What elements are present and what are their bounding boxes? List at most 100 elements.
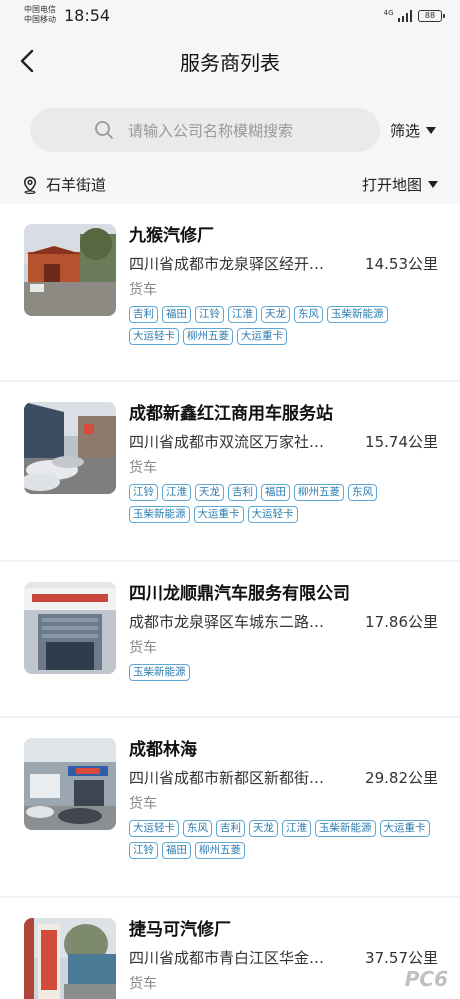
provider-card[interactable]: 九猴汽修厂 四川省成都市龙泉驿区经开… 14.53公里 货车 吉利 福田 江铃 … [0,204,460,380]
search-icon [95,121,113,139]
brand-tag: 江淮 [162,484,191,501]
provider-address: 四川省成都市龙泉驿区经开… [129,255,325,273]
provider-address-row: 四川省成都市龙泉驿区经开… 14.53公里 [129,254,438,274]
provider-address-row: 四川省成都市新都区新都街… 29.82公里 [129,768,438,788]
location-selector[interactable]: 石羊街道 [22,174,106,195]
location-row: 石羊街道 打开地图 [0,170,460,202]
search-row: 请输入公司名称模糊搜索 筛选 [0,108,460,154]
brand-tag: 大运重卡 [193,506,244,523]
provider-name: 四川龙顺鼎汽车服务有限公司 [129,584,350,604]
provider-photo [24,582,116,674]
carrier-2: 中国移动 [24,15,56,24]
brand-tag: 天龙 [195,484,224,501]
provider-list: 九猴汽修厂 四川省成都市龙泉驿区经开… 14.53公里 货车 吉利 福田 江铃 … [0,204,460,999]
provider-name: 成都林海 [129,740,197,760]
provider-type: 货车 [129,976,157,992]
nav-bar: 服务商列表 [0,34,460,90]
brand-tag: 吉利 [216,820,245,837]
filter-label: 筛选 [390,122,421,140]
provider-distance: 37.57公里 [365,949,438,967]
brand-tag: 玉柴新能源 [129,506,190,523]
location-street: 石羊街道 [46,176,107,194]
provider-address-row: 成都市龙泉驿区车城东二路… 17.86公里 [129,612,438,632]
provider-address-row: 四川省成都市青白江区华金… 37.57公里 [129,948,438,968]
provider-info: 九猴汽修厂 四川省成都市龙泉驿区经开… 14.53公里 货车 吉利 福田 江铃 … [129,224,438,345]
brand-tag: 天龙 [249,820,278,837]
brand-tag: 吉利 [129,306,158,323]
provider-type: 货车 [129,796,157,812]
provider-distance: 29.82公里 [365,769,438,787]
brand-tag: 福田 [162,306,191,323]
provider-type: 货车 [129,640,157,656]
provider-card[interactable]: 成都林海 四川省成都市新都区新都街… 29.82公里 货车 大运轻卡 东风 吉利… [0,718,460,896]
brand-tag: 江淮 [228,306,257,323]
brand-tag: 江铃 [195,306,224,323]
brand-tags: 大运轻卡 东风 吉利 天龙 江淮 玉柴新能源 大运重卡 江铃 福田 柳州五菱 [129,820,439,859]
signal-icon [397,10,412,22]
carrier-1: 中国电信 [24,5,56,14]
battery-level: 88 [424,11,436,20]
brand-tag: 柳州五菱 [294,484,344,501]
brand-tags: 江铃 江淮 天龙 吉利 福田 柳州五菱 东风 玉柴新能源 大运重卡 大运轻卡 [129,484,439,523]
caret-down-icon [428,181,438,188]
brand-tag: 大运重卡 [379,820,430,837]
brand-tag: 柳州五菱 [183,328,233,345]
network-type: 4G [383,9,394,17]
provider-photo [24,918,116,999]
provider-info: 捷马可汽修厂 四川省成都市青白江区华金… 37.57公里 货车 [129,918,438,994]
provider-distance: 14.53公里 [365,255,438,273]
brand-tag: 玉柴新能源 [315,820,376,837]
search-placeholder: 请输入公司名称模糊搜索 [128,121,294,140]
watermark-logo: PC6 [404,967,448,991]
search-input[interactable]: 请输入公司名称模糊搜索 [30,108,380,152]
brand-tag: 东风 [348,484,377,501]
status-bar: 中国电信 中国移动 18:54 4G 88 [0,0,460,34]
brand-tag: 福田 [162,842,191,859]
carrier-info: 中国电信 中国移动 [24,5,56,25]
provider-address: 四川省成都市双流区万家社… [129,433,325,451]
brand-tag: 玉柴新能源 [327,306,388,323]
provider-photo [24,738,116,830]
brand-tag: 玉柴新能源 [129,664,190,681]
brand-tag: 天龙 [261,306,290,323]
provider-card[interactable]: 成都新鑫红江商用车服务站 四川省成都市双流区万家社… 15.74公里 货车 江铃… [0,382,460,560]
brand-tag: 吉利 [228,484,257,501]
open-map-button[interactable]: 打开地图 [362,174,438,195]
brand-tag: 东风 [294,306,323,323]
open-map-label: 打开地图 [361,176,422,194]
brand-tag: 东风 [183,820,212,837]
provider-name: 九猴汽修厂 [129,226,214,246]
provider-photo [24,402,116,494]
brand-tag: 大运重卡 [237,328,287,345]
brand-tag: 福田 [261,484,290,501]
brand-tag: 江铃 [129,842,158,859]
provider-card[interactable]: 捷马可汽修厂 四川省成都市青白江区华金… 37.57公里 货车 [0,898,460,999]
battery-icon: 88 [418,10,445,22]
brand-tags: 玉柴新能源 [129,664,439,681]
brand-tags: 吉利 福田 江铃 江淮 天龙 东风 玉柴新能源 大运轻卡 柳州五菱 大运重卡 [129,306,439,345]
brand-tag: 柳州五菱 [195,842,245,859]
provider-card[interactable]: 四川龙顺鼎汽车服务有限公司 成都市龙泉驿区车城东二路… 17.86公里 货车 玉… [0,562,460,716]
brand-tag: 大运轻卡 [247,506,298,523]
brand-tag: 江淮 [282,820,311,837]
brand-tag: 大运轻卡 [129,820,179,837]
provider-name: 成都新鑫红江商用车服务站 [129,404,333,424]
provider-address-row: 四川省成都市双流区万家社… 15.74公里 [129,432,438,452]
page-title: 服务商列表 [180,51,280,75]
provider-type: 货车 [129,460,157,476]
filter-button[interactable]: 筛选 [390,120,437,141]
provider-type: 货车 [129,282,157,298]
brand-tag: 江铃 [129,484,158,501]
provider-name: 捷马可汽修厂 [129,920,231,940]
status-time: 18:54 [64,6,111,25]
provider-photo [24,224,116,316]
provider-info: 四川龙顺鼎汽车服务有限公司 成都市龙泉驿区车城东二路… 17.86公里 货车 玉… [129,582,438,681]
provider-distance: 17.86公里 [365,613,438,631]
system-icons: 4G 88 [383,9,445,23]
provider-address: 四川省成都市青白江区华金… [129,949,325,967]
provider-address: 四川省成都市新都区新都街… [129,769,325,787]
caret-down-icon [426,127,437,134]
brand-tag: 大运轻卡 [129,328,179,345]
provider-distance: 15.74公里 [365,433,438,451]
provider-info: 成都新鑫红江商用车服务站 四川省成都市双流区万家社… 15.74公里 货车 江铃… [129,402,438,523]
